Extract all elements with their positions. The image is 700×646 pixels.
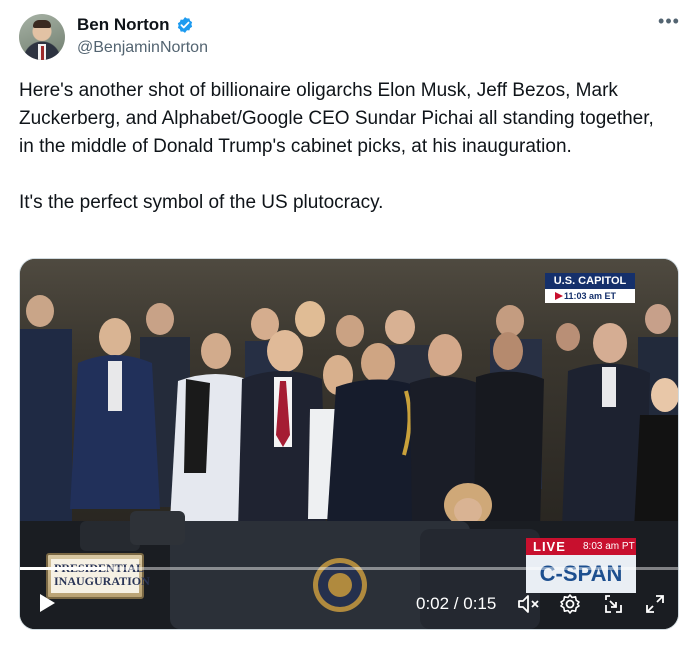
mute-icon[interactable] bbox=[517, 593, 541, 615]
video-controls: 0:02 / 0:15 bbox=[20, 575, 678, 615]
post-paragraph: It's the perfect symbol of the US plutoc… bbox=[19, 192, 384, 213]
post-paragraph: Here's another shot of billionaire oliga… bbox=[19, 80, 654, 157]
settings-icon[interactable] bbox=[559, 593, 581, 615]
bug-title: U.S. CAPITOL bbox=[545, 273, 635, 289]
video-progress-fill bbox=[20, 567, 106, 570]
verified-badge-icon bbox=[177, 17, 193, 33]
live-time: 8:03 am PT bbox=[583, 541, 635, 552]
tweet: Ben Norton @BenjaminNorton ••• Here's an… bbox=[0, 0, 700, 646]
more-horizontal-icon[interactable]: ••• bbox=[655, 12, 683, 36]
post-text: Here's another shot of billionaire oliga… bbox=[19, 77, 669, 217]
author-name[interactable]: Ben Norton bbox=[77, 15, 170, 35]
video-time: 0:02 / 0:15 bbox=[416, 594, 497, 613]
avatar[interactable] bbox=[19, 14, 65, 60]
play-icon[interactable] bbox=[38, 593, 56, 613]
author-handle[interactable]: @BenjaminNorton bbox=[77, 39, 208, 57]
live-label: LIVE bbox=[533, 539, 566, 554]
video-player[interactable]: U.S. CAPITOL 11:03 am ET PRESIDENTIAL IN… bbox=[19, 258, 679, 630]
bug-time: 11:03 am ET bbox=[545, 289, 635, 303]
fullscreen-icon[interactable] bbox=[644, 593, 666, 615]
avatar-hair bbox=[33, 20, 51, 28]
live-badge: LIVE 8:03 am PT bbox=[526, 538, 636, 555]
capitol-bug: U.S. CAPITOL 11:03 am ET bbox=[545, 273, 635, 305]
video-progress-bar[interactable] bbox=[20, 567, 678, 570]
avatar-tie bbox=[41, 46, 44, 60]
picture-in-picture-icon[interactable] bbox=[602, 593, 624, 615]
